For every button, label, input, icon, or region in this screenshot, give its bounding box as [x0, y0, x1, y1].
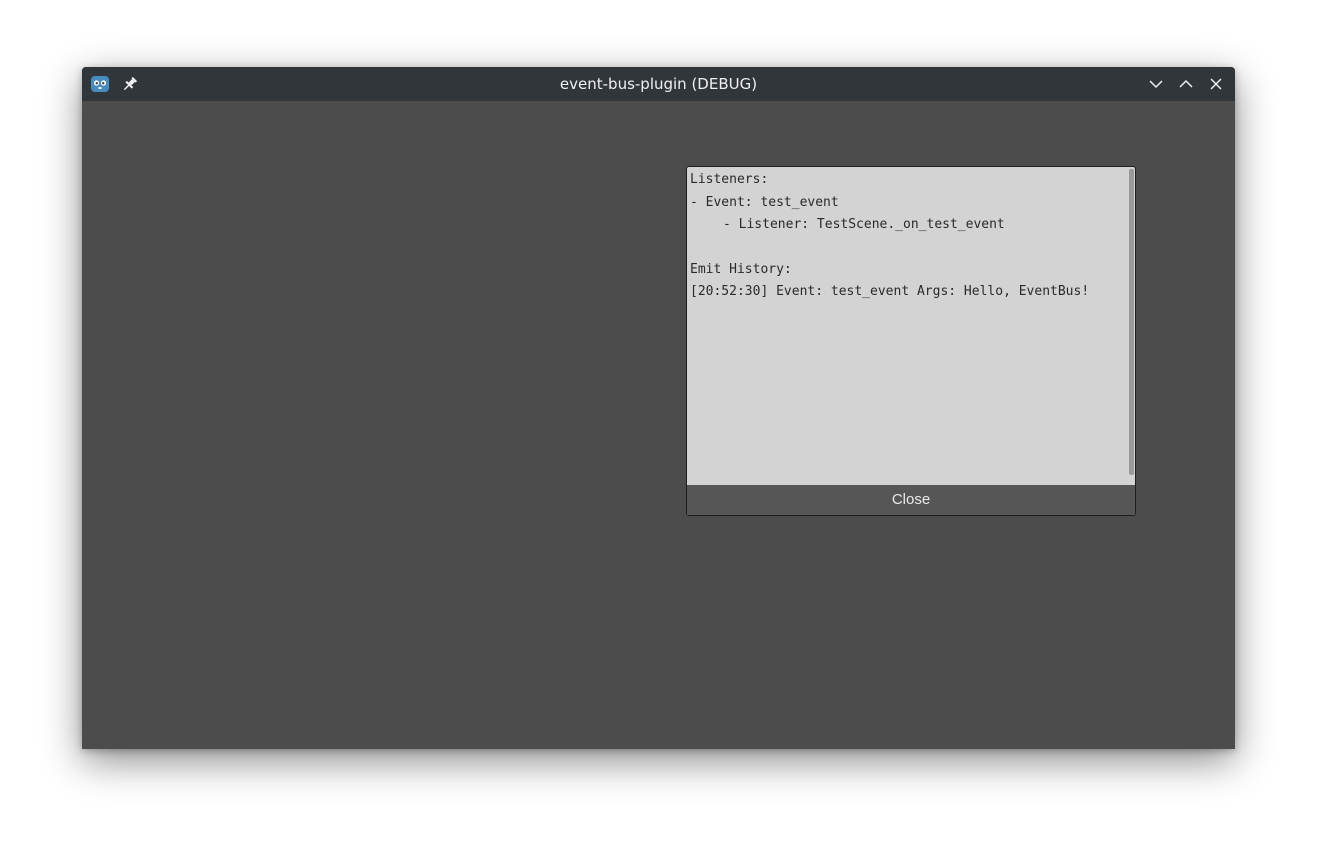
log-scrollbar[interactable]	[1129, 169, 1134, 475]
event-entry: - Event: test_event	[690, 194, 839, 210]
game-viewport: Listeners: - Event: test_event - Listene…	[82, 101, 1235, 749]
app-window: event-bus-plugin (DEBUG) Listeners: - Ev…	[82, 67, 1235, 749]
minimize-button[interactable]	[1144, 72, 1168, 96]
close-icon	[1210, 78, 1222, 90]
close-window-button[interactable]	[1204, 72, 1228, 96]
listener-entry: - Listener: TestScene._on_test_event	[723, 217, 1005, 232]
event-bus-debug-panel: Listeners: - Event: test_event - Listene…	[686, 166, 1136, 516]
chevron-down-icon	[1149, 80, 1163, 89]
window-title: event-bus-plugin (DEBUG)	[559, 75, 758, 93]
maximize-button[interactable]	[1174, 72, 1198, 96]
close-button[interactable]: Close	[687, 485, 1135, 515]
chevron-up-icon	[1179, 79, 1193, 88]
emit-history-entry: [20:52:30] Event: test_event Args: Hello…	[690, 284, 1090, 299]
emit-history-header: Emit History:	[690, 261, 792, 277]
listeners-header: Listeners:	[690, 172, 769, 187]
debug-log[interactable]: Listeners: - Event: test_event - Listene…	[687, 167, 1127, 485]
title-bar[interactable]: event-bus-plugin (DEBUG)	[82, 67, 1235, 101]
